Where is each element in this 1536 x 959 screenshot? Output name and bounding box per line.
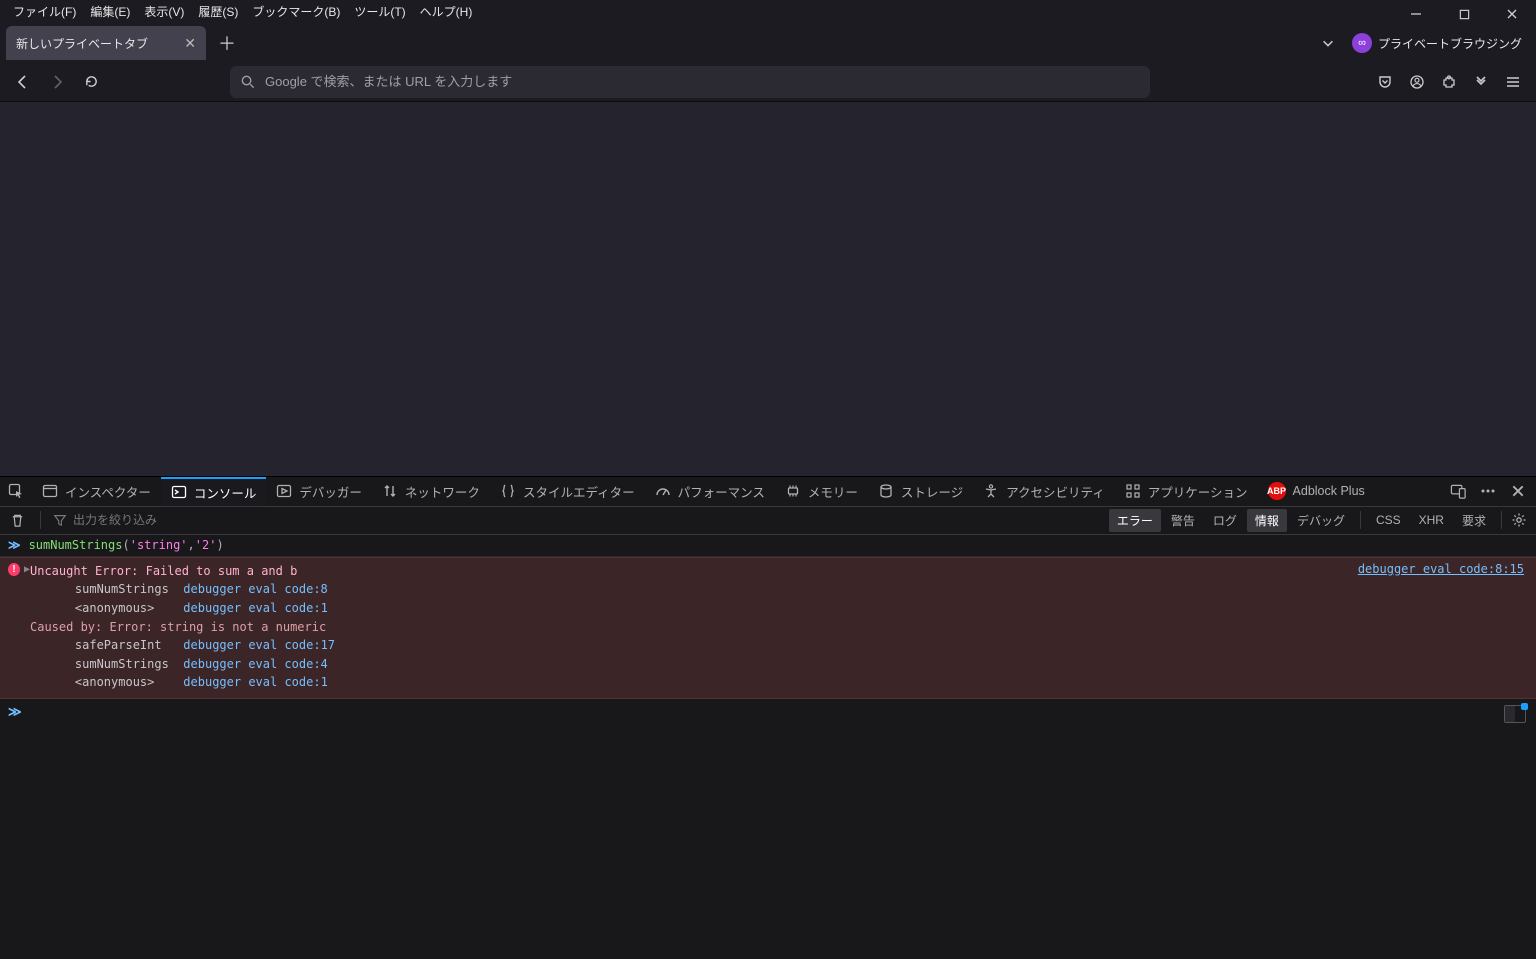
console-input-area[interactable]: ≫: [0, 699, 1536, 959]
filter-warnings[interactable]: 警告: [1163, 509, 1203, 532]
devtools-tab-performance[interactable]: パフォーマンス: [645, 477, 775, 506]
error-icon: !: [8, 563, 20, 576]
devtools-panel: インスペクター コンソール デバッガー ネットワーク スタイルエディター パフォ…: [0, 476, 1536, 959]
private-label: プライベートブラウジング: [1378, 35, 1522, 52]
extensions-button[interactable]: [1434, 67, 1464, 97]
app-menu-button[interactable]: [1498, 67, 1528, 97]
stack-frame: sumNumStrings debugger eval code:4: [0, 655, 1536, 674]
window-maximize-button[interactable]: [1448, 2, 1480, 26]
filter-errors[interactable]: エラー: [1109, 509, 1161, 532]
devtools-tab-inspector[interactable]: インスペクター: [32, 477, 161, 506]
filter-requests[interactable]: 要求: [1454, 509, 1494, 532]
console-split-toggle[interactable]: [1504, 705, 1526, 723]
devtools-tab-adblock[interactable]: ABP Adblock Plus: [1258, 477, 1375, 506]
devtools-tab-console[interactable]: コンソール: [161, 477, 267, 506]
menu-tools[interactable]: ツール(T): [347, 1, 412, 22]
window-minimize-button[interactable]: [1400, 2, 1432, 26]
menu-file[interactable]: ファイル(F): [6, 1, 83, 22]
console-error-output: debugger eval code:8:15 ! ▶ Uncaught Err…: [0, 557, 1536, 699]
nav-toolbar: [0, 62, 1536, 102]
devtools-menu-button[interactable]: [1476, 479, 1500, 503]
devtools-responsive-button[interactable]: [1446, 479, 1470, 503]
error-message: Uncaught Error: Failed to sum a and b: [30, 562, 297, 581]
filter-xhr[interactable]: XHR: [1411, 510, 1452, 530]
tab-title: 新しいプライベートタブ: [16, 35, 148, 52]
error-caused-by: Caused by: Error: string is not a numeri…: [0, 618, 1536, 637]
tab-strip: 新しいプライベートタブ ✕ ＋ ∞ プライベートブラウジング: [0, 22, 1536, 62]
devtools-tab-memory[interactable]: メモリー: [775, 477, 868, 506]
forward-button[interactable]: [42, 67, 72, 97]
error-source-link[interactable]: debugger eval code:8:15: [1358, 562, 1524, 576]
menu-history[interactable]: 履歴(S): [191, 1, 245, 22]
page-content: [0, 102, 1536, 476]
window-controls: [1400, 2, 1528, 26]
error-disclose-toggle[interactable]: ▶: [22, 562, 30, 578]
window-close-button[interactable]: [1496, 2, 1528, 26]
console-filter-bar: エラー 警告 ログ 情報 デバッグ CSS XHR 要求: [0, 507, 1536, 535]
console-command-row: ≫ sumNumStrings('string','2'): [0, 535, 1536, 557]
filter-info[interactable]: 情報: [1247, 509, 1287, 532]
overflow-button[interactable]: [1466, 67, 1496, 97]
menu-help[interactable]: ヘルプ(H): [413, 1, 480, 22]
devtools-tab-application[interactable]: アプリケーション: [1115, 477, 1258, 506]
filter-debug[interactable]: デバッグ: [1289, 509, 1353, 532]
address-input[interactable]: [265, 74, 1140, 89]
private-mask-icon: ∞: [1352, 33, 1372, 53]
filter-logs[interactable]: ログ: [1205, 509, 1245, 532]
console-clear-button[interactable]: [6, 509, 28, 531]
reload-button[interactable]: [76, 67, 106, 97]
tabs-overflow-button[interactable]: [1314, 29, 1342, 57]
new-tab-button[interactable]: ＋: [212, 28, 242, 58]
console-filter-input[interactable]: [73, 513, 293, 527]
filter-css[interactable]: CSS: [1368, 510, 1409, 530]
devtools-tab-network[interactable]: ネットワーク: [372, 477, 490, 506]
tab-private-new[interactable]: 新しいプライベートタブ ✕: [6, 26, 206, 60]
devtools-tab-debugger[interactable]: デバッガー: [266, 477, 372, 506]
save-to-pocket-button[interactable]: [1370, 67, 1400, 97]
devtools-close-button[interactable]: [1506, 479, 1530, 503]
stack-frame: sumNumStrings debugger eval code:8: [0, 580, 1536, 599]
search-icon: [240, 74, 255, 89]
address-bar[interactable]: [230, 66, 1150, 98]
stack-frame: <anonymous> debugger eval code:1: [0, 599, 1536, 618]
menu-bookmarks[interactable]: ブックマーク(B): [245, 1, 347, 22]
back-button[interactable]: [8, 67, 38, 97]
adblock-icon: ABP: [1268, 482, 1286, 500]
input-prompt-icon: ≫: [8, 538, 21, 552]
stack-frame: <anonymous> debugger eval code:1: [0, 673, 1536, 692]
devtools-pick-element-button[interactable]: [0, 477, 32, 506]
private-browsing-indicator: ∞ プライベートブラウジング: [1352, 33, 1522, 53]
menubar: ファイル(F) 編集(E) 表示(V) 履歴(S) ブックマーク(B) ツール(…: [0, 0, 1536, 22]
tab-close-button[interactable]: ✕: [184, 35, 196, 52]
devtools-tab-style-editor[interactable]: スタイルエディター: [490, 477, 645, 506]
console-settings-button[interactable]: [1508, 509, 1530, 531]
console-input[interactable]: [30, 705, 1528, 735]
console-command-text: sumNumStrings('string','2'): [29, 538, 224, 552]
filter-icon: [53, 513, 67, 527]
menu-edit[interactable]: 編集(E): [83, 1, 137, 22]
devtools-tab-storage[interactable]: ストレージ: [868, 477, 973, 506]
account-button[interactable]: [1402, 67, 1432, 97]
devtools-tab-accessibility[interactable]: アクセシビリティ: [973, 477, 1115, 506]
stack-frame: safeParseInt debugger eval code:17: [0, 636, 1536, 655]
menu-view[interactable]: 表示(V): [137, 1, 191, 22]
devtools-toolbar: インスペクター コンソール デバッガー ネットワーク スタイルエディター パフォ…: [0, 477, 1536, 507]
input-prompt-icon: ≫: [8, 705, 22, 720]
